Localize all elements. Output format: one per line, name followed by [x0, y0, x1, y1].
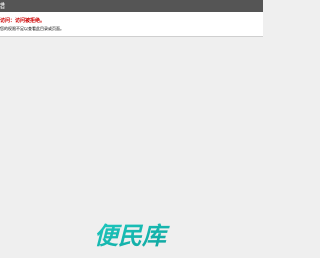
error-detail: 您的权限不足以查看此目录或页面。: [0, 26, 64, 31]
brand-watermark: 便民库: [80, 219, 180, 253]
window-title: 错: [0, 2, 5, 10]
error-heading: 访问：访问被拒绝。: [0, 18, 46, 24]
error-panel: 访问：访问被拒绝。 您的权限不足以查看此目录或页面。: [0, 12, 263, 37]
brand-watermark-text: 便民库: [94, 222, 170, 250]
app-window: 错 访问：访问被拒绝。 您的权限不足以查看此目录或页面。 便民库: [0, 0, 263, 258]
title-bar: 错: [0, 0, 263, 12]
brand-watermark-logo: 便民库: [94, 222, 170, 250]
